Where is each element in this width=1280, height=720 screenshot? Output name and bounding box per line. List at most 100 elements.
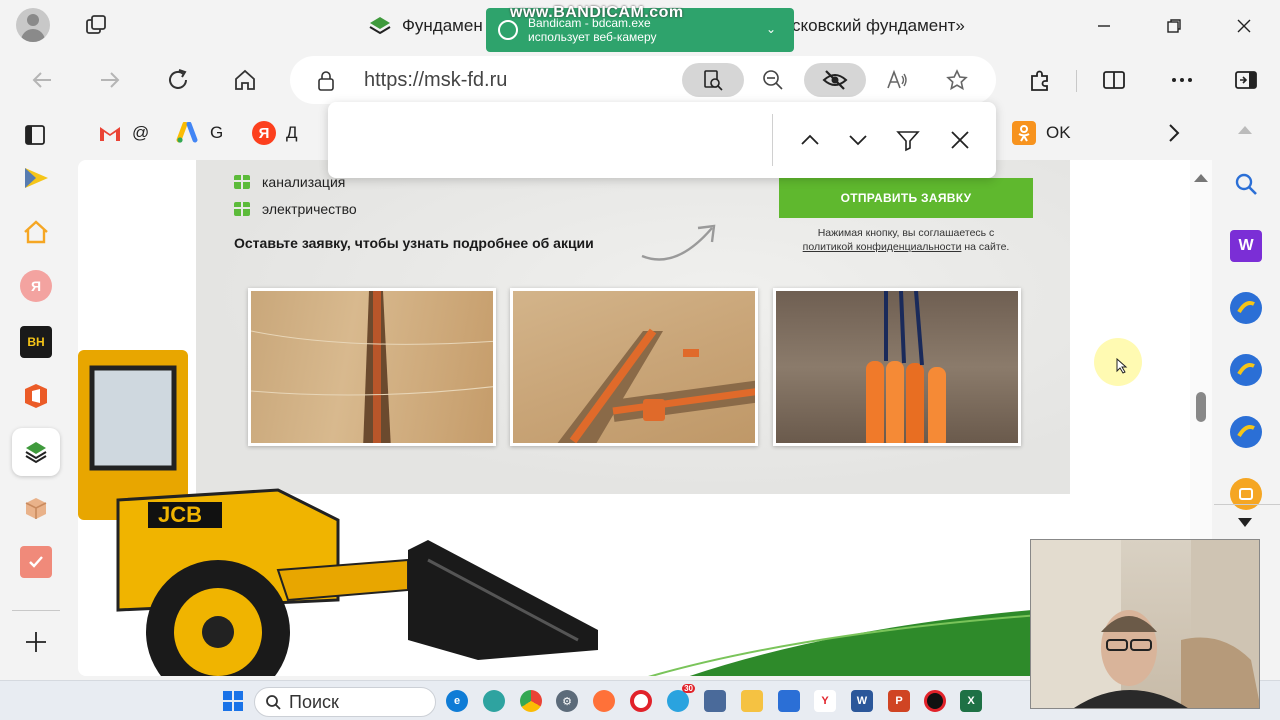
tracking-prevention-button[interactable]	[804, 63, 866, 97]
vertical-tabs-icon[interactable]	[24, 124, 46, 151]
submit-request-button[interactable]: ОТПРАВИТЬ ЗАЯВКУ	[779, 178, 1033, 218]
forward-button[interactable]	[94, 64, 126, 96]
firefox-taskbar-icon[interactable]	[593, 690, 615, 712]
app-yellow-swoosh-icon-2[interactable]	[1230, 354, 1262, 386]
tab-box-icon[interactable]	[20, 492, 52, 524]
chevron-down-icon[interactable]: ⌄	[766, 22, 776, 36]
chevron-right-icon[interactable]	[1164, 122, 1184, 149]
address-bar[interactable]: https://msk-fd.ru	[290, 56, 996, 104]
powerpoint-taskbar-icon[interactable]: P	[888, 690, 910, 712]
sidebar-scroll-up[interactable]	[1238, 126, 1252, 134]
more-options-button[interactable]	[1166, 64, 1198, 96]
back-button[interactable]	[26, 64, 58, 96]
toolbar-divider	[1076, 70, 1077, 92]
globe-taskbar-icon[interactable]	[483, 690, 505, 712]
refresh-button[interactable]	[162, 64, 194, 96]
close-window-button[interactable]	[1230, 12, 1258, 40]
chevron-down-icon	[849, 135, 867, 146]
tab-home-icon[interactable]	[20, 216, 52, 248]
sidebar-toggle-button[interactable]	[1230, 64, 1262, 96]
tab-active-fundament[interactable]	[12, 428, 60, 476]
star-icon	[946, 69, 968, 91]
url-text[interactable]: https://msk-fd.ru	[364, 69, 507, 92]
notepad-taskbar-icon[interactable]	[778, 690, 800, 712]
edge-taskbar-icon[interactable]: e	[446, 690, 468, 712]
favorite-label: @	[132, 123, 150, 142]
favorite-odnoklassniki[interactable]: OK	[1012, 120, 1071, 146]
tab-office-icon[interactable]	[20, 380, 52, 412]
search-icon	[266, 695, 281, 710]
settings-taskbar-icon[interactable]: ⚙	[556, 690, 578, 712]
scroll-thumb[interactable]	[1196, 392, 1206, 422]
gift-icon	[234, 175, 250, 189]
favorite-google-ads[interactable]: G	[176, 120, 223, 146]
file-explorer-taskbar-icon[interactable]	[741, 690, 763, 712]
tab-check-icon[interactable]	[20, 546, 52, 578]
reading-view-button[interactable]	[682, 63, 744, 97]
calculator-taskbar-icon[interactable]	[704, 690, 726, 712]
split-screen-button[interactable]	[1098, 64, 1130, 96]
excel-taskbar-icon[interactable]: X	[960, 690, 982, 712]
tab-bh-icon[interactable]: BH	[20, 326, 52, 358]
home-button[interactable]	[229, 64, 261, 96]
tab-yandex-icon[interactable]: Я	[20, 270, 52, 302]
scroll-up-arrow[interactable]	[1194, 174, 1208, 182]
zoom-out-icon	[763, 70, 783, 90]
zoom-out-button[interactable]	[756, 63, 790, 97]
document-search-icon	[704, 70, 723, 91]
feature-item: канализация	[234, 174, 345, 190]
find-previous-button[interactable]	[794, 124, 826, 156]
read-aloud-icon	[887, 69, 907, 89]
favorite-gmail[interactable]: @	[98, 120, 149, 146]
find-on-page-bar	[328, 102, 996, 178]
yandex-browser-taskbar-icon[interactable]: Y	[814, 690, 836, 712]
bandicam-watermark: www.BANDICAM.com	[510, 4, 684, 21]
tab-mail-icon[interactable]	[20, 162, 52, 194]
telegram-taskbar-icon[interactable]: 30	[667, 684, 695, 712]
ellipsis-icon	[1172, 78, 1192, 82]
telegram-badge: 30	[682, 684, 695, 693]
split-screen-icon	[1103, 71, 1125, 89]
puzzle-icon	[1031, 70, 1048, 91]
word-taskbar-icon[interactable]: W	[851, 690, 873, 712]
favorite-star-button[interactable]	[940, 63, 974, 97]
feature-item: электричество	[234, 201, 357, 217]
minimize-button[interactable]	[1090, 12, 1118, 40]
app-w-icon[interactable]: W	[1230, 230, 1262, 262]
cta-text: Оставьте заявку, чтобы узнать подробнее …	[234, 235, 594, 251]
taskbar-search[interactable]: Поиск	[254, 687, 436, 717]
gmail-icon	[98, 121, 122, 145]
bandicam-taskbar-icon[interactable]	[924, 690, 946, 712]
new-tab-button[interactable]	[20, 626, 52, 658]
lock-icon[interactable]	[316, 70, 336, 97]
close-icon	[951, 131, 969, 149]
find-next-button[interactable]	[842, 124, 874, 156]
chrome-taskbar-icon[interactable]	[520, 690, 542, 712]
site-favicon-icon	[369, 17, 391, 35]
app-yellow-swoosh-icon[interactable]	[1230, 292, 1262, 324]
find-input[interactable]	[342, 114, 762, 166]
read-aloud-button[interactable]	[880, 63, 914, 97]
gift-icon	[234, 202, 250, 216]
search-icon[interactable]	[1230, 168, 1262, 200]
find-close-button[interactable]	[944, 124, 976, 156]
app-yellow-swoosh-icon-3[interactable]	[1230, 416, 1262, 448]
sidebar-scroll-down[interactable]	[1238, 518, 1252, 527]
opera-taskbar-icon[interactable]	[630, 690, 652, 712]
tab-actions-icon[interactable]	[82, 12, 110, 40]
app-orange-icon[interactable]	[1230, 478, 1262, 510]
favorite-label: Д	[286, 123, 298, 142]
extensions-button[interactable]	[1024, 64, 1056, 96]
start-button[interactable]	[222, 690, 244, 712]
google-ads-icon	[176, 121, 200, 145]
profile-avatar[interactable]	[16, 8, 50, 42]
web-page: канализация электричество Оставьте заявк…	[78, 160, 1190, 676]
webcam-overlay	[1030, 539, 1260, 709]
favorite-yandex[interactable]: Я Д	[252, 120, 298, 146]
privacy-policy-link[interactable]: политикой конфиденциальности	[803, 241, 962, 253]
yandex-icon: Я	[252, 121, 276, 145]
find-divider	[772, 114, 773, 166]
find-filter-button[interactable]	[892, 124, 924, 156]
restore-button[interactable]	[1160, 12, 1188, 40]
filter-icon	[896, 131, 920, 152]
